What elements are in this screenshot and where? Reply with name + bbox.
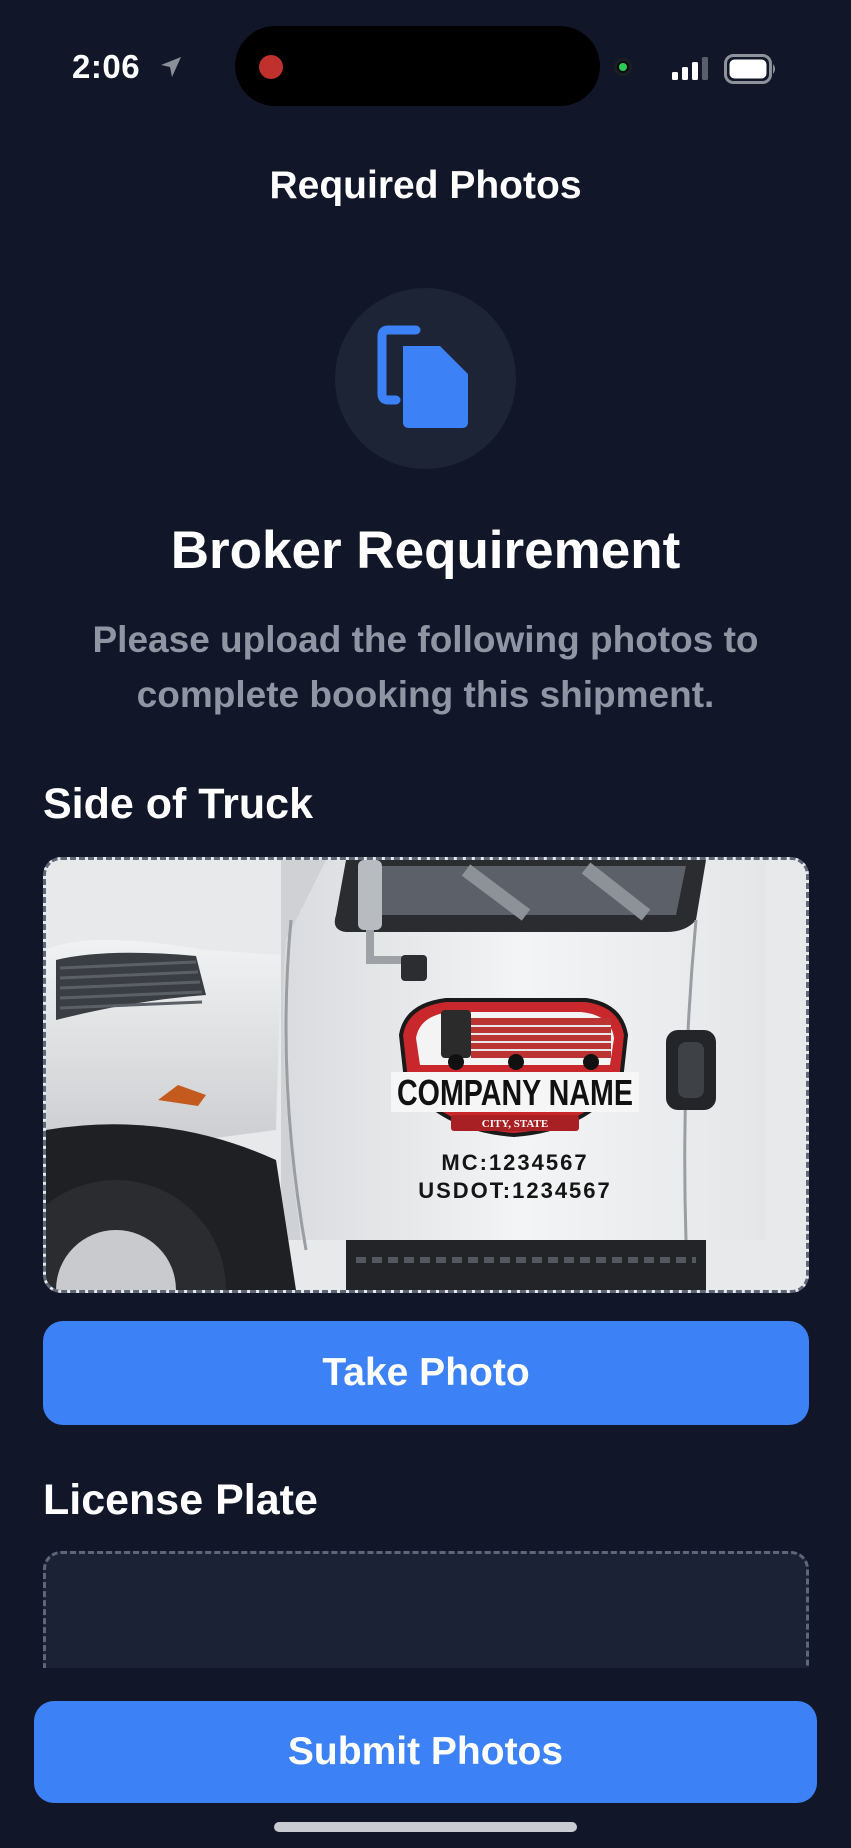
page-title: Required Photos — [269, 164, 582, 207]
logo-city-state: CITY, STATE — [482, 1118, 548, 1130]
instructions-text: Please upload the following photos to co… — [92, 619, 759, 715]
status-time: 2:06 — [72, 48, 141, 85]
documents-icon-circle — [335, 288, 516, 469]
home-indicator[interactable] — [274, 1822, 577, 1832]
documents-icon — [377, 325, 468, 428]
submit-photos-button[interactable]: Submit Photos — [34, 1701, 817, 1803]
logo-mc-number: MC:1234567 — [441, 1150, 588, 1175]
side-of-truck-photo[interactable]: COMPANY NAME CITY, STATE MC:1234567 USDO… — [43, 857, 809, 1293]
truck-door-photo: COMPANY NAME CITY, STATE MC:1234567 USDO… — [46, 860, 806, 1290]
camera-in-use-icon — [614, 58, 632, 76]
cellular-signal-icon — [672, 57, 708, 80]
status-bar: 2:06 — [0, 0, 851, 130]
dynamic-island — [235, 26, 600, 106]
recording-indicator-icon — [259, 55, 283, 79]
side-of-truck-label: Side of Truck — [43, 780, 314, 828]
logo-company-name: COMPANY NAME — [397, 1072, 633, 1113]
battery-icon — [724, 54, 775, 84]
logo-usdot-number: USDOT:1234567 — [418, 1178, 612, 1203]
location-arrow-icon — [161, 57, 181, 77]
broker-requirement-heading: Broker Requirement — [170, 521, 681, 580]
license-plate-label: License Plate — [43, 1476, 318, 1524]
take-photo-button[interactable]: Take Photo — [43, 1321, 809, 1425]
